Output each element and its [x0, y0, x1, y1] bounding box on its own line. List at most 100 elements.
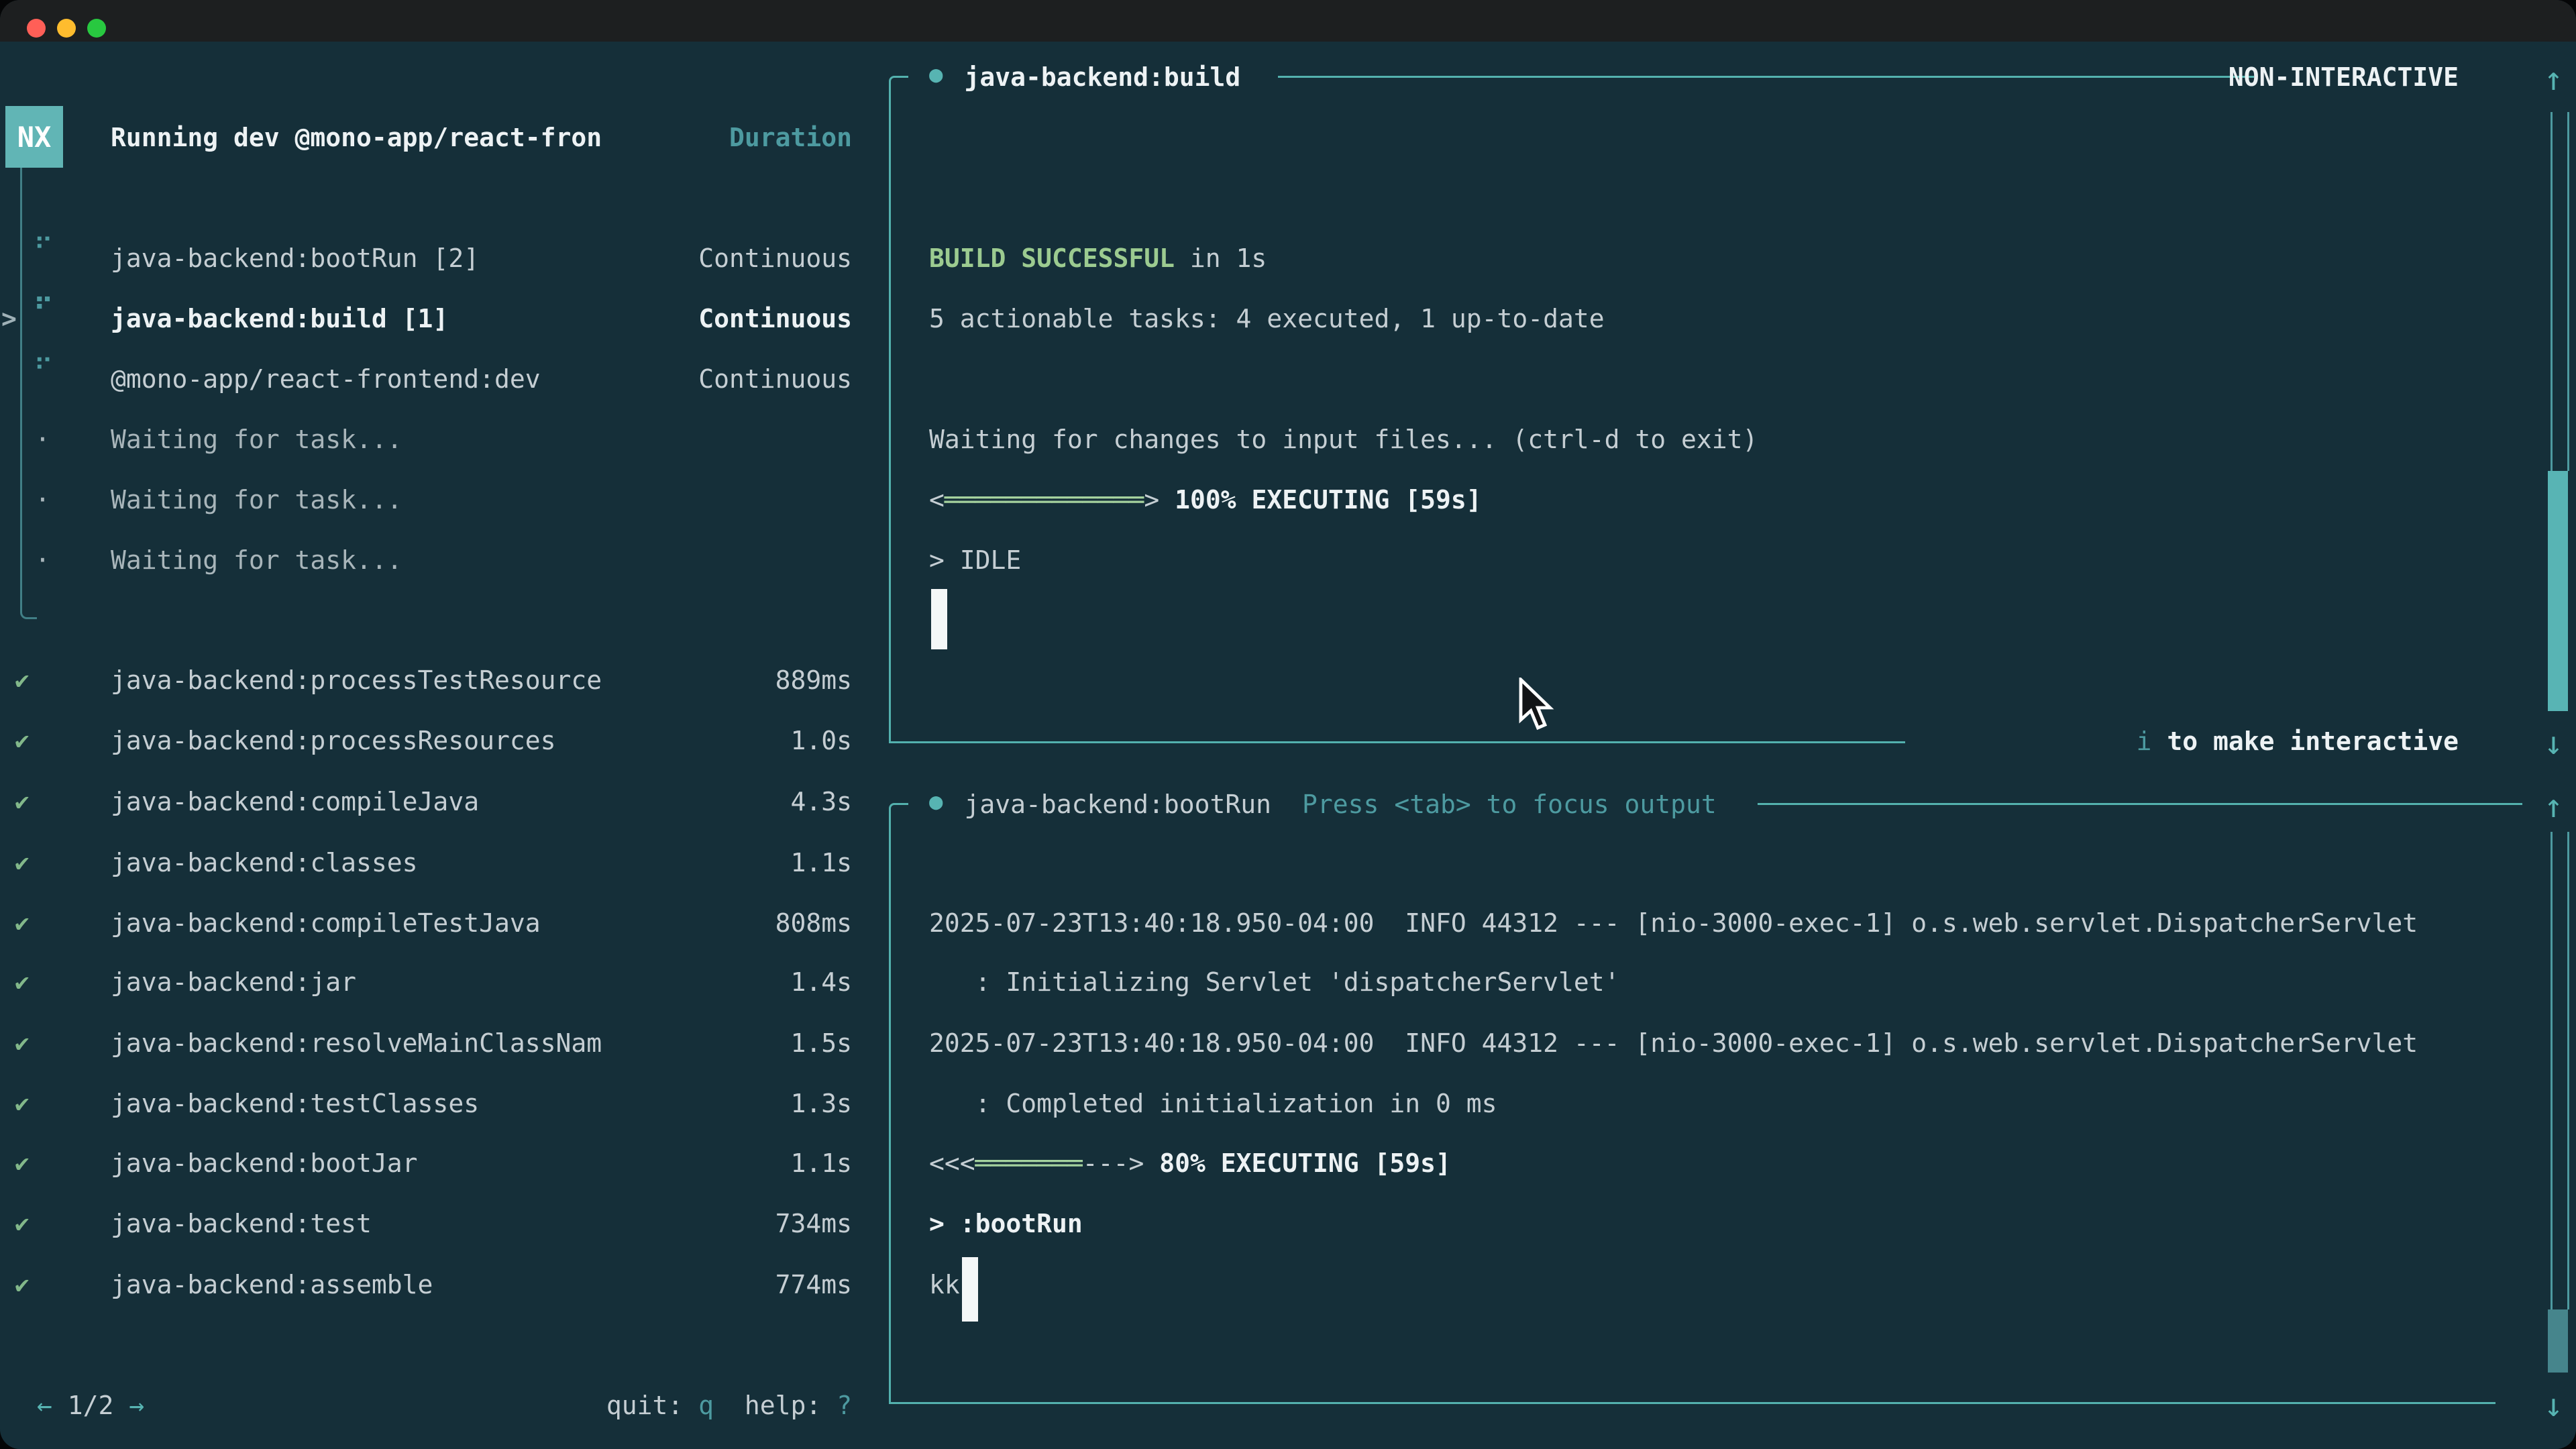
task-row-completed[interactable]: ✔ java-backend:assemble 774ms: [0, 1254, 872, 1315]
terminal-screen: NX Running dev @mono-app/react-fron Dura…: [0, 0, 2576, 1449]
bootrun-scrollbar-thumb[interactable]: [2548, 1309, 2568, 1373]
task-row-completed[interactable]: ✔ java-backend:test 734ms: [0, 1193, 872, 1254]
task-duration: 1.0s: [790, 726, 852, 755]
log-line: : Completed initialization in 0 ms: [929, 1073, 2526, 1134]
waiting-label: Waiting for task...: [111, 425, 402, 454]
bootrun-scroll-down-icon[interactable]: ↓: [2544, 1387, 2563, 1424]
progress-open: <: [929, 485, 945, 515]
progress-bar: ═════════════: [945, 485, 1144, 515]
task-row-frontend-dev[interactable]: ⠋ @mono-app/react-frontend:dev Continuou…: [0, 349, 872, 409]
progress-close: >: [1128, 1148, 1144, 1178]
quit-key: q: [698, 1391, 714, 1420]
list-title: Running dev @mono-app/react-fron: [111, 123, 602, 152]
checkmark-icon: ✔: [15, 849, 30, 877]
bootrun-prompt-line: > :bootRun: [929, 1193, 2526, 1254]
bootrun-scroll-up-icon[interactable]: ↑: [2544, 788, 2563, 825]
hint-text: to make interactive: [2151, 727, 2459, 756]
help-key: ?: [837, 1391, 852, 1420]
selection-caret-icon: >: [1, 304, 17, 333]
build-panel-title: java-backend:build: [964, 62, 1240, 92]
log-text: 2025-07-23T13:40:18.950-04:00 INFO 44312…: [929, 1028, 2418, 1058]
task-label: java-backend:processResources: [111, 726, 555, 755]
bootrun-input-line[interactable]: kk: [929, 1254, 2526, 1315]
task-row-waiting: · Waiting for task...: [0, 530, 872, 590]
task-duration: 1.1s: [790, 848, 852, 877]
task-duration: 1.1s: [790, 1148, 852, 1178]
task-label: java-backend:compileTestJava: [111, 908, 541, 938]
help-label: help:: [745, 1391, 821, 1420]
mouse-cursor-icon: [1515, 678, 1555, 734]
close-button-icon[interactable]: [27, 19, 46, 38]
build-scrollbar-thumb[interactable]: [2548, 471, 2568, 711]
task-duration: 1.5s: [790, 1028, 852, 1058]
duration-column-header: Duration: [729, 123, 852, 152]
log-text: 2025-07-23T13:40:18.950-04:00 INFO 44312…: [929, 908, 2418, 938]
task-duration: 889ms: [775, 665, 852, 695]
task-row-completed[interactable]: ✔ java-backend:compileJava 4.3s: [0, 771, 872, 832]
page-right-arrow[interactable]: →: [129, 1391, 144, 1420]
task-row-bootrun[interactable]: ⠋ java-backend:bootRun [2] Continuous: [0, 228, 872, 288]
idle-text: > IDLE: [929, 545, 1021, 575]
task-duration: 4.3s: [790, 787, 852, 816]
build-panel-bottom-border: [889, 741, 1905, 743]
task-row-completed[interactable]: ✔ java-backend:bootJar 1.1s: [0, 1133, 872, 1193]
task-label: java-backend:assemble: [111, 1270, 433, 1299]
build-scrollbar-track[interactable]: [2551, 112, 2569, 471]
list-footer: ← 1/2 → quit: q help: ?: [37, 1375, 872, 1436]
actionable-tasks-text: 5 actionable tasks: 4 executed, 1 up-to-…: [929, 304, 1605, 333]
build-tasks-line: 5 actionable tasks: 4 executed, 1 up-to-…: [929, 288, 2472, 349]
bullet-icon: ·: [35, 545, 50, 575]
log-text: : Completed initialization in 0 ms: [929, 1089, 1497, 1118]
checkmark-icon: ✔: [15, 727, 30, 755]
task-row-completed[interactable]: ✔ java-backend:classes 1.1s: [0, 833, 872, 893]
waiting-label: Waiting for task...: [111, 485, 402, 515]
progress-text: 80% EXECUTING [59s]: [1144, 1148, 1451, 1178]
prompt-text: > :bootRun: [929, 1209, 1083, 1238]
checkmark-icon: ✔: [15, 1030, 30, 1057]
task-row-completed[interactable]: ✔ java-backend:resolveMainClassNam 1.5s: [0, 1013, 872, 1073]
window-titlebar: [0, 0, 2576, 42]
task-row-completed[interactable]: ✔ java-backend:compileTestJava 808ms: [0, 893, 872, 953]
task-row-build-selected[interactable]: > ⠋ java-backend:build [1] Continuous: [0, 288, 872, 349]
bootrun-scrollbar-track[interactable]: [2551, 832, 2569, 1309]
checkmark-icon: ✔: [15, 910, 30, 937]
log-line: 2025-07-23T13:40:18.950-04:00 INFO 44312…: [929, 893, 2526, 953]
task-label: java-backend:testClasses: [111, 1089, 479, 1118]
minimize-button-icon[interactable]: [57, 19, 76, 38]
progress-close: >: [1144, 485, 1159, 515]
build-panel-header: ● java-backend:build NON-INTERACTIVE: [899, 47, 2522, 107]
build-time-text: in 1s: [1175, 244, 1267, 273]
log-line: : Initializing Servlet 'dispatcherServle…: [929, 952, 2526, 1012]
input-text: kk: [929, 1270, 960, 1299]
task-row-completed[interactable]: ✔ java-backend:jar 1.4s: [0, 952, 872, 1012]
build-scroll-up-icon[interactable]: ↑: [2544, 60, 2563, 98]
spinner-icon: ⠋: [34, 233, 53, 264]
checkmark-icon: ✔: [15, 1210, 30, 1238]
task-label: java-backend:bootRun [2]: [111, 244, 479, 273]
task-row-completed[interactable]: ✔ java-backend:processTestResource 889ms: [0, 650, 872, 710]
spinner-icon: ⠋: [34, 354, 53, 385]
build-waiting-line: Waiting for changes to input files... (c…: [929, 409, 2472, 470]
task-duration: 808ms: [775, 908, 852, 938]
page-indicator: 1/2: [68, 1391, 114, 1420]
bullet-icon: ·: [35, 425, 50, 454]
maximize-button-icon[interactable]: [87, 19, 106, 38]
panel-bullet-icon: ●: [929, 788, 943, 815]
task-label: java-backend:bootJar: [111, 1148, 418, 1178]
panel-bullet-icon: ●: [929, 61, 943, 88]
bullet-icon: ·: [35, 485, 50, 515]
task-duration: 1.4s: [790, 967, 852, 997]
build-successful-text: BUILD SUCCESSFUL: [929, 244, 1175, 273]
task-label: @mono-app/react-frontend:dev: [111, 364, 541, 394]
page-left-arrow[interactable]: ←: [37, 1391, 52, 1420]
task-duration: 1.3s: [790, 1089, 852, 1118]
task-row-completed[interactable]: ✔ java-backend:testClasses 1.3s: [0, 1073, 872, 1134]
task-list-header: Running dev @mono-app/react-fron Duratio…: [0, 107, 872, 168]
task-label: java-backend:processTestResource: [111, 665, 602, 695]
task-duration: Continuous: [698, 364, 852, 394]
task-label: java-backend:build [1]: [111, 304, 448, 333]
checkmark-icon: ✔: [15, 969, 30, 996]
task-row-completed[interactable]: ✔ java-backend:processResources 1.0s: [0, 710, 872, 771]
build-scroll-down-icon[interactable]: ↓: [2544, 724, 2563, 762]
checkmark-icon: ✔: [15, 667, 30, 694]
